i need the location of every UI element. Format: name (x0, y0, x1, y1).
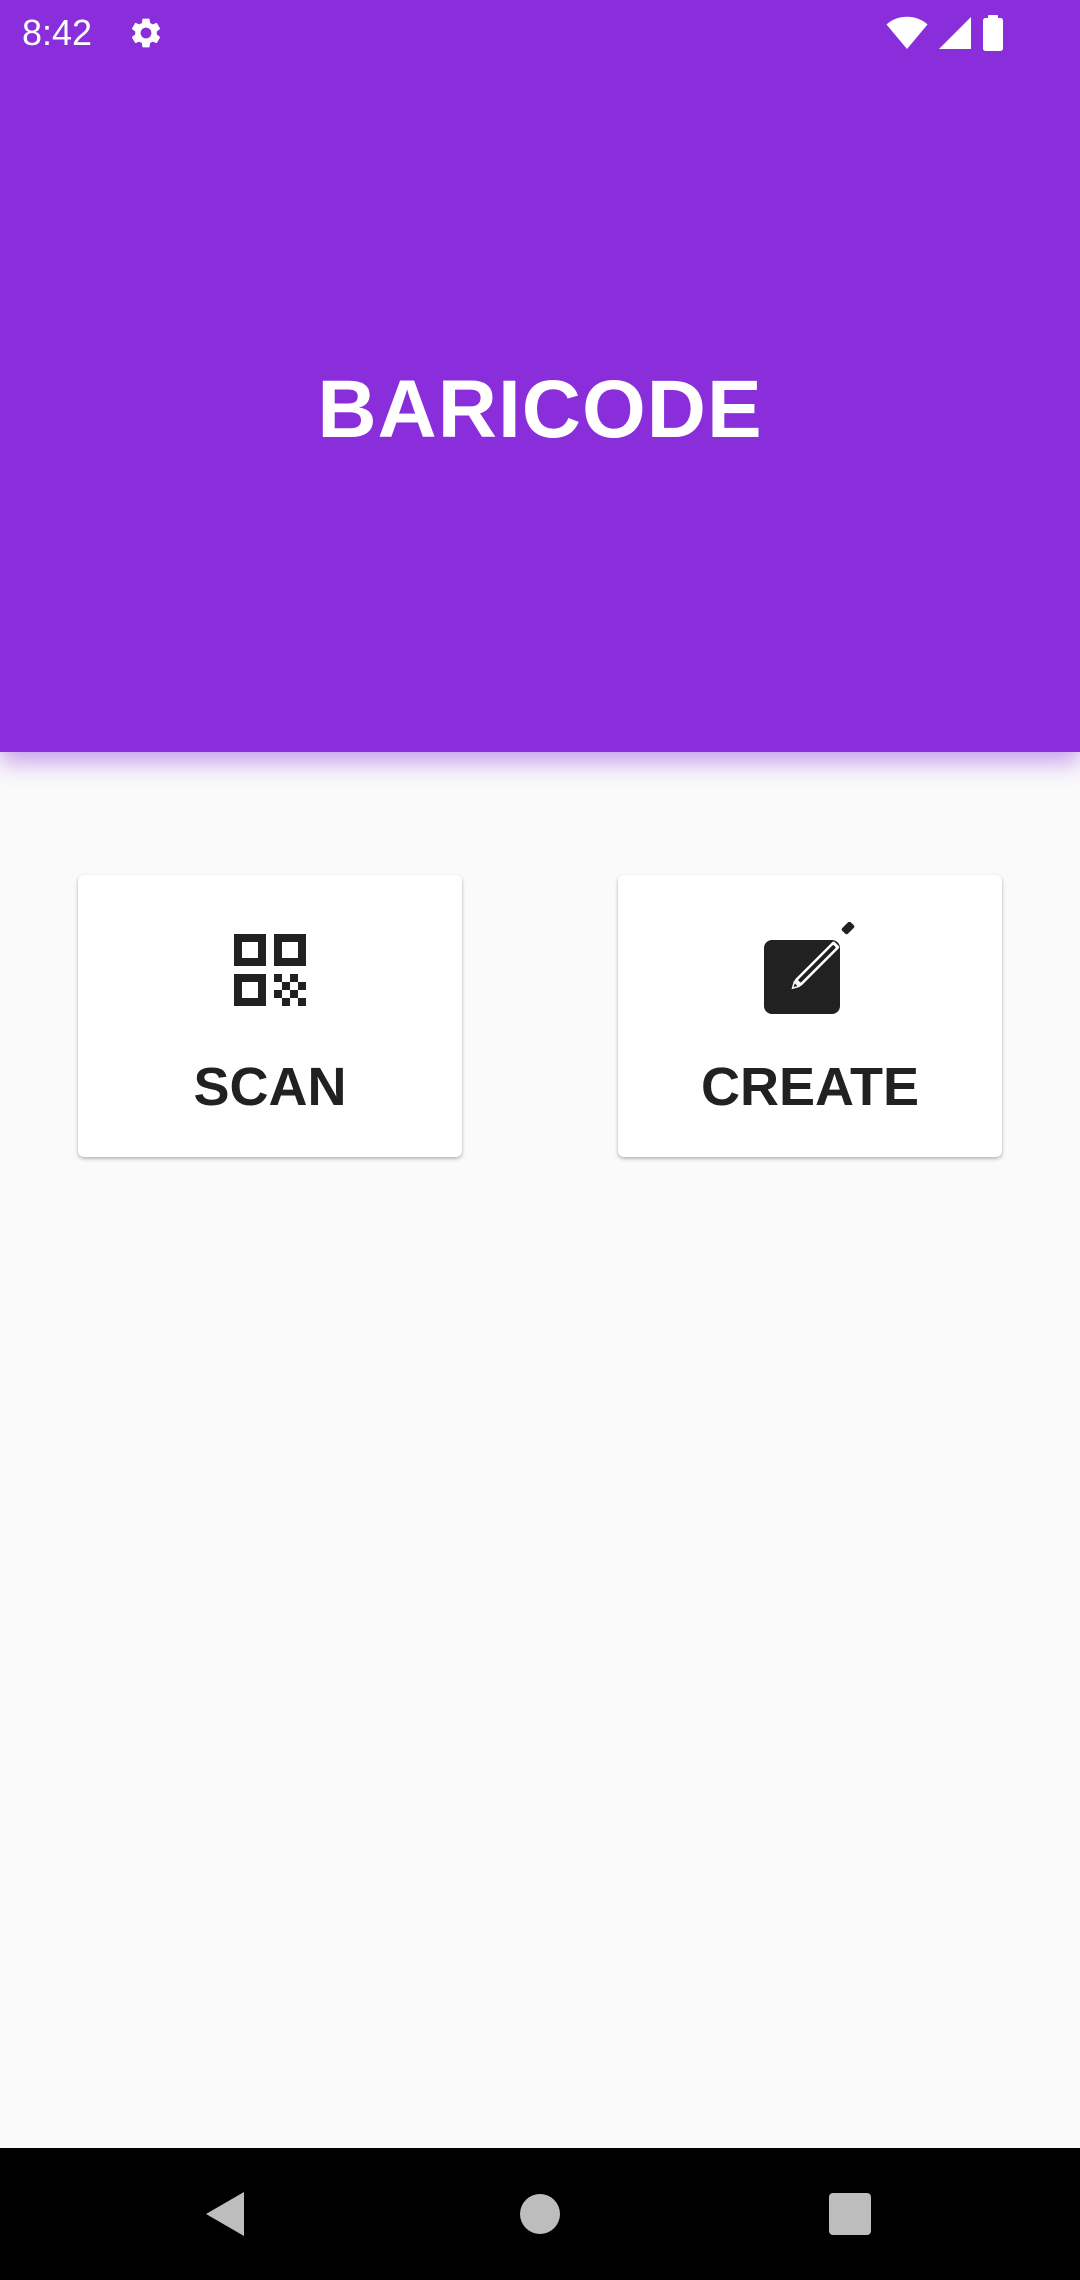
app-screen: 8:42 BARICODE SCAN CREATE (0, 0, 1080, 2280)
app-header: 8:42 BARICODE (0, 0, 1080, 752)
create-label: CREATE (700, 1057, 919, 1117)
settings-gear-icon (131, 18, 161, 48)
scan-label: SCAN (193, 1057, 347, 1117)
scan-card-button[interactable]: SCAN (78, 875, 462, 1157)
qr-code-icon (234, 934, 306, 1006)
status-time: 8:42 (22, 12, 93, 53)
cell-signal-icon (939, 17, 971, 49)
back-icon[interactable] (190, 2178, 262, 2250)
battery-icon (983, 15, 1003, 51)
navigation-bar (0, 2148, 1080, 2280)
create-card-button[interactable]: CREATE (618, 875, 1002, 1157)
wifi-icon (886, 16, 928, 49)
home-icon[interactable] (504, 2178, 576, 2250)
recents-icon[interactable] (814, 2178, 886, 2250)
app-title: BARICODE (317, 364, 763, 455)
status-icons (886, 14, 1004, 52)
edit-square-icon (764, 922, 855, 1014)
status-bar: 8:42 (0, 0, 1080, 66)
